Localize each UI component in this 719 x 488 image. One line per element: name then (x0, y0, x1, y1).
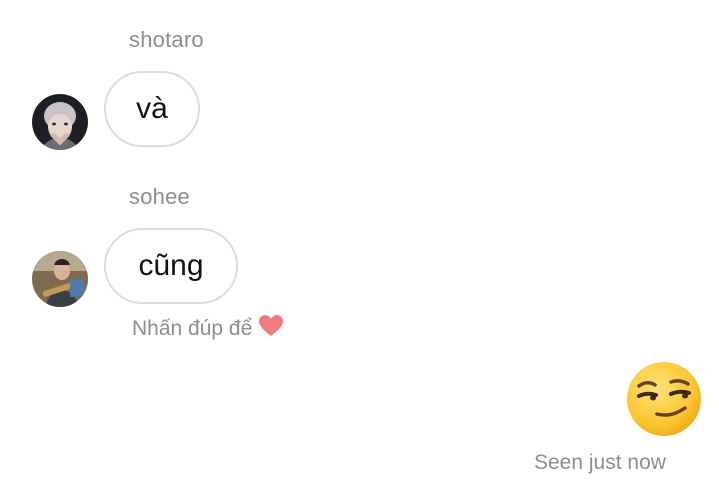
smirking-face-icon[interactable] (625, 360, 703, 438)
message-bubble[interactable]: cũng (104, 228, 238, 304)
sender-name-sohee: sohee (129, 184, 190, 209)
heart-icon (258, 314, 284, 344)
avatar-sohee[interactable] (32, 251, 88, 307)
avatar-shotaro[interactable] (32, 94, 88, 150)
message-text: và (136, 92, 168, 125)
seen-status: Seen just now (534, 451, 666, 474)
double-tap-hint: Nhấn đúp để (132, 314, 284, 344)
message-bubble[interactable]: và (104, 71, 200, 147)
hint-text: Nhấn đúp để (132, 317, 253, 340)
sender-name-shotaro: shotaro (129, 27, 204, 52)
message-text: cũng (138, 249, 204, 282)
